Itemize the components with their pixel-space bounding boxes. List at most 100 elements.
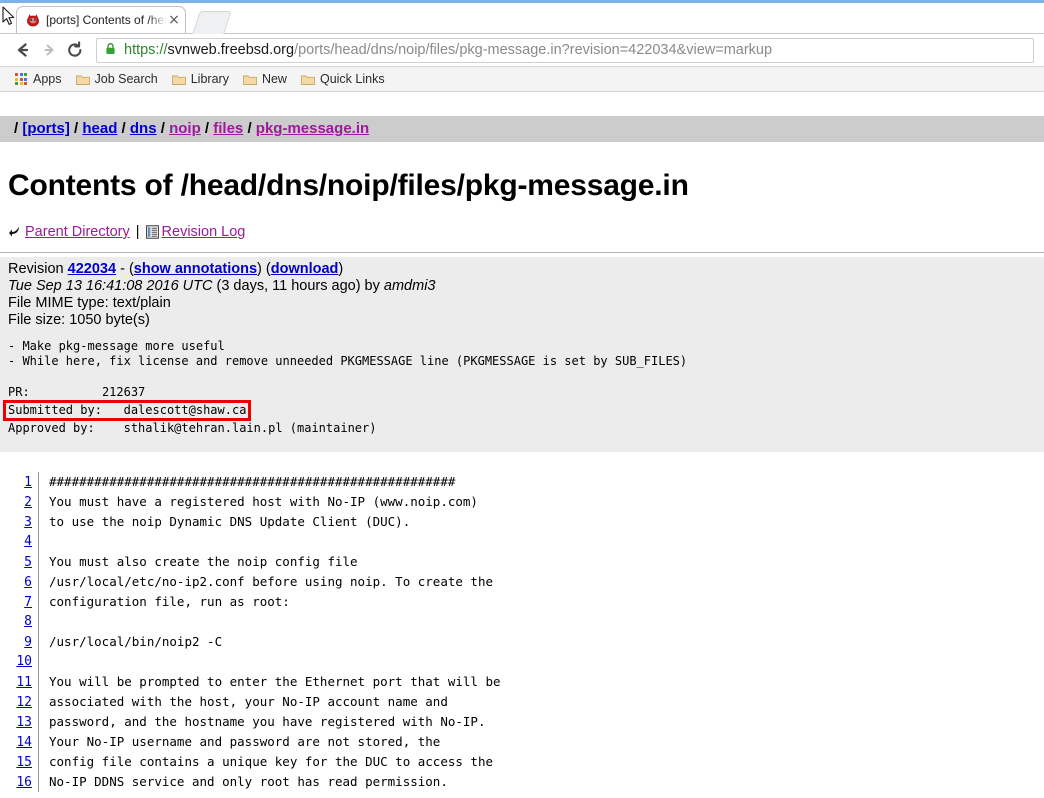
revision-date-line: Tue Sep 13 16:41:08 2016 UTC (3 days, 11…: [8, 278, 1044, 295]
line-number[interactable]: 16: [8, 773, 38, 793]
breadcrumb-item-dns[interactable]: dns: [130, 120, 157, 137]
breadcrumb-separator: /: [121, 120, 126, 137]
commit-approved-value: sthalik@tehran.lain.pl (maintainer): [123, 421, 377, 436]
forward-arrow-icon: [36, 37, 62, 63]
bookmark-quick-links[interactable]: Quick Links: [294, 69, 392, 89]
source-code-listing: 1 ######################################…: [0, 472, 1044, 793]
download-link[interactable]: download: [271, 261, 339, 277]
code-line: 9 /usr/local/bin/noip2 -C: [8, 632, 1044, 653]
line-number[interactable]: 7: [8, 593, 38, 613]
breadcrumb-lead: /: [14, 120, 19, 137]
line-number[interactable]: 1: [8, 473, 38, 493]
gutter-separator: [38, 712, 39, 733]
bookmark-label: Quick Links: [319, 72, 385, 86]
line-text: Your No-IP username and password are not…: [49, 734, 441, 750]
submitted-by-highlight: Submitted by: dalescott@shaw.ca: [3, 399, 252, 422]
bookmark-job-search[interactable]: Job Search: [69, 69, 165, 89]
line-number[interactable]: 11: [8, 673, 38, 693]
line-number[interactable]: 10: [8, 652, 38, 672]
revision-author: amdmi3: [383, 278, 436, 294]
paren-close: ): [257, 261, 262, 277]
bookmark-library[interactable]: Library: [165, 69, 236, 89]
browser-toolbar: https://svnweb.freebsd.org/ports/head/dn…: [0, 34, 1044, 67]
bookmark-label: Apps: [33, 72, 62, 86]
bookmark-label: Job Search: [94, 72, 158, 86]
freebsd-beastie-icon: [25, 12, 41, 28]
bookmark-apps[interactable]: Apps: [8, 69, 69, 89]
back-arrow-icon[interactable]: [10, 37, 36, 63]
reload-icon[interactable]: [62, 37, 88, 63]
line-text: config file contains a unique key for th…: [49, 754, 494, 770]
breadcrumb-separator: /: [204, 120, 210, 137]
breadcrumb-item-files[interactable]: files: [213, 120, 243, 137]
gutter-separator: [38, 492, 39, 513]
line-number[interactable]: 2: [8, 493, 38, 513]
folder-icon: [171, 74, 186, 85]
tab-title: [ports] Contents of /head/: [46, 13, 167, 27]
line-number[interactable]: 3: [8, 513, 38, 533]
line-text: You must have a registered host with No-…: [49, 494, 478, 510]
revision-log-link[interactable]: Revision Log: [162, 224, 246, 240]
gutter-separator: [38, 472, 39, 493]
parent-directory-link[interactable]: Parent Directory: [25, 224, 130, 240]
navigation-links: Parent Directory | Revision Log: [8, 224, 1044, 240]
address-bar[interactable]: https://svnweb.freebsd.org/ports/head/dn…: [96, 37, 1034, 63]
gutter-separator: [38, 732, 39, 753]
code-line: 16 No-IP DDNS service and only root has …: [8, 772, 1044, 793]
breadcrumb-separator: /: [247, 120, 252, 137]
folder-icon: [243, 74, 257, 85]
commit-approved-label: Approved by:: [8, 421, 95, 436]
new-tab-button[interactable]: [192, 11, 232, 34]
line-number[interactable]: 6: [8, 573, 38, 593]
code-line: 15 config file contains a unique key for…: [8, 752, 1044, 773]
line-number[interactable]: 12: [8, 693, 38, 713]
browser-tab[interactable]: [ports] Contents of /head/ ×: [16, 6, 186, 33]
breadcrumb-item-pkg-message[interactable]: pkg-message.in: [256, 120, 369, 137]
gutter-separator: [38, 552, 39, 573]
line-text: No-IP DDNS service and only root has rea…: [49, 774, 448, 790]
code-line: 10: [8, 652, 1044, 673]
line-number[interactable]: 13: [8, 713, 38, 733]
code-line: 7 configuration file, run as root:: [8, 592, 1044, 613]
show-annotations-link[interactable]: show annotations: [134, 261, 257, 277]
code-line: 11 You will be prompted to enter the Eth…: [8, 672, 1044, 693]
bookmarks-bar: Apps Job Search Library New Quick Links: [0, 67, 1044, 92]
line-text: associated with the host, your No-IP acc…: [49, 694, 448, 710]
commit-pr-label: PR:: [8, 384, 30, 399]
commit-submitted-label: Submitted by:: [8, 402, 102, 417]
line-text: configuration file, run as root:: [49, 594, 290, 610]
line-number[interactable]: 8: [8, 612, 38, 632]
breadcrumb: / [ports] / head / dns / noip / files / …: [0, 116, 1044, 142]
breadcrumb-item-head[interactable]: head: [82, 120, 117, 137]
close-icon[interactable]: ×: [167, 13, 181, 27]
parent-directory-icon: [8, 225, 22, 239]
code-line: 6 /usr/local/etc/no-ip2.conf before usin…: [8, 572, 1044, 593]
line-text: /usr/local/bin/noip2 -C: [49, 634, 223, 650]
line-text: password, and the hostname you have regi…: [49, 714, 486, 730]
code-line: 2 You must have a registered host with N…: [8, 492, 1044, 513]
gutter-separator: [38, 532, 39, 553]
bookmark-new[interactable]: New: [236, 69, 294, 89]
line-number[interactable]: 9: [8, 633, 38, 653]
revision-number-link[interactable]: 422034: [68, 261, 116, 277]
line-number[interactable]: 14: [8, 733, 38, 753]
code-line: 13 password, and the hostname you have r…: [8, 712, 1044, 733]
file-size: File size: 1050 byte(s): [8, 312, 150, 328]
folder-icon: [301, 74, 315, 85]
commit-submitted-value: dalescott@shaw.ca: [123, 402, 247, 417]
breadcrumb-item-noip[interactable]: noip: [169, 120, 201, 137]
line-text: ########################################…: [49, 474, 456, 490]
revision-date: Tue Sep 13 16:41:08 2016 UTC: [8, 278, 213, 294]
code-line: 5 You must also create the noip config f…: [8, 552, 1044, 573]
revision-dash: -: [120, 261, 125, 277]
folder-icon: [75, 74, 90, 85]
line-number[interactable]: 4: [8, 532, 38, 552]
gutter-separator: [38, 772, 39, 793]
commit-message: - Make pkg-message more useful - While h…: [3, 339, 1044, 436]
url-host: svnweb.freebsd.org: [167, 42, 295, 58]
line-number[interactable]: 15: [8, 753, 38, 773]
file-mime-type: File MIME type: text/plain: [8, 295, 171, 311]
https-lock-icon: [105, 42, 117, 59]
breadcrumb-item-ports[interactable]: [ports]: [22, 120, 70, 137]
line-number[interactable]: 5: [8, 553, 38, 573]
